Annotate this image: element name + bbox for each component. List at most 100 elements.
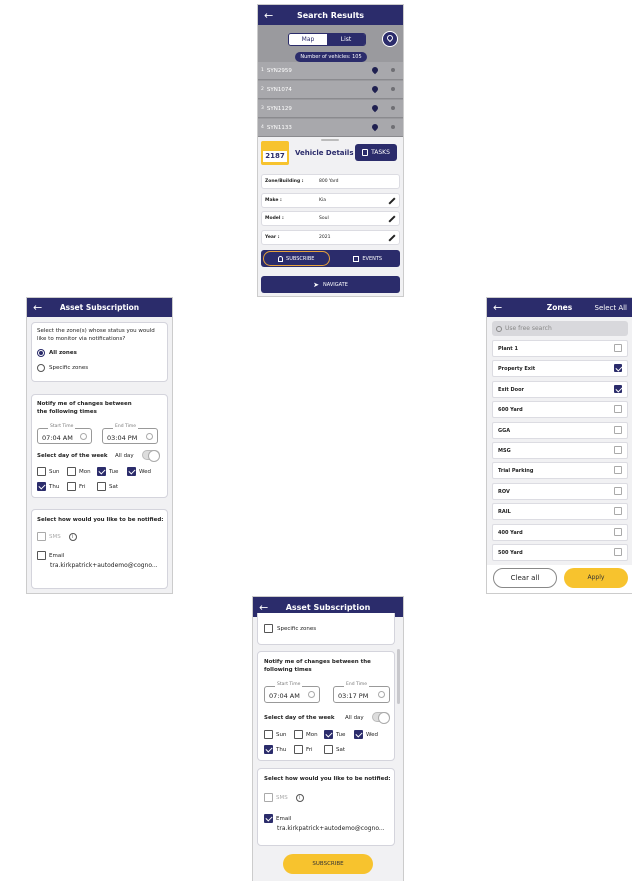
day-option-thu[interactable]: Thu [37, 482, 59, 491]
zone-checkbox[interactable] [614, 344, 622, 352]
day-checkbox[interactable] [67, 467, 76, 476]
zone-row[interactable]: ROV [492, 482, 628, 500]
search-input[interactable]: Use free search [505, 325, 552, 332]
start-time-field[interactable]: Start Time 07:04 AM [264, 682, 320, 703]
zone-row[interactable]: GGA [492, 421, 628, 439]
zone-row[interactable]: RAIL [492, 503, 628, 521]
pin-icon[interactable] [391, 87, 395, 91]
zone-checkbox[interactable] [614, 507, 622, 516]
zone-row[interactable]: Trial Parking [492, 462, 628, 480]
day-checkbox[interactable] [37, 482, 46, 491]
sms-option[interactable]: SMS i [264, 793, 304, 802]
zone-checkbox[interactable] [614, 405, 622, 414]
specific-zones-checkbox[interactable] [264, 624, 273, 633]
day-checkbox[interactable] [324, 730, 333, 739]
zone-checkbox[interactable] [614, 527, 622, 536]
zone-row[interactable]: 500 Yard [492, 544, 628, 561]
day-option-wed[interactable]: Wed [127, 467, 151, 476]
info-icon[interactable]: i [295, 793, 304, 802]
subscribe-button[interactable]: SUBSCRIBE [283, 854, 373, 874]
sms-checkbox[interactable] [264, 793, 273, 802]
zone-checkbox[interactable] [614, 384, 622, 393]
specific-zones-radio[interactable] [37, 364, 45, 372]
day-checkbox[interactable] [264, 745, 273, 754]
clear-all-button[interactable]: Clear all [493, 568, 557, 588]
zone-checkbox[interactable] [614, 446, 622, 454]
day-option-tue[interactable]: Tue [324, 730, 345, 739]
day-option-sat[interactable]: Sat [324, 745, 345, 754]
end-time-field[interactable]: End Time 03:04 PM [102, 424, 158, 444]
location-pin-icon[interactable] [370, 103, 380, 113]
all-day-toggle[interactable] [372, 712, 390, 724]
pin-icon[interactable] [391, 68, 395, 72]
location-pin-icon[interactable] [370, 84, 380, 94]
day-option-fri[interactable]: Fri [67, 482, 86, 491]
day-option-wed[interactable]: Wed [354, 730, 378, 739]
location-pin-icon[interactable] [370, 122, 380, 132]
day-option-mon[interactable]: Mon [294, 730, 318, 739]
zone-row[interactable]: MSG [492, 442, 628, 459]
day-checkbox[interactable] [67, 482, 76, 491]
day-checkbox[interactable] [324, 745, 333, 754]
vehicle-row[interactable]: 3 SYN1129 [258, 100, 403, 118]
day-checkbox[interactable] [97, 482, 106, 491]
vehicle-row[interactable]: 2 SYN1074 [258, 81, 403, 99]
pencil-icon[interactable] [388, 233, 396, 242]
day-option-sun[interactable]: Sun [264, 730, 286, 739]
day-checkbox[interactable] [37, 467, 46, 476]
vehicle-row[interactable]: 1 SYN2959 [258, 62, 403, 80]
all-zones-radio[interactable] [37, 349, 45, 357]
day-option-fri[interactable]: Fri [294, 745, 313, 754]
pin-icon[interactable] [391, 125, 395, 129]
start-time-field[interactable]: Start Time 07:04 AM [37, 424, 92, 444]
sheet-handle[interactable] [321, 139, 339, 141]
subscribe-button[interactable]: SUBSCRIBE [263, 251, 330, 266]
tasks-button[interactable]: TASKS [355, 144, 397, 161]
info-icon[interactable]: i [68, 532, 77, 541]
apply-button[interactable]: Apply [564, 568, 628, 588]
day-option-thu[interactable]: Thu [264, 745, 286, 754]
zone-row[interactable]: Property Exit [492, 360, 628, 378]
map-tab[interactable]: Map [289, 34, 327, 45]
zone-checkbox[interactable] [614, 466, 622, 475]
zone-row[interactable]: Plant 1 [492, 340, 628, 357]
scrollbar[interactable] [397, 649, 400, 704]
all-day-toggle[interactable] [142, 450, 160, 462]
select-all-button[interactable]: Select All [595, 304, 628, 312]
zone-row[interactable]: 600 Yard [492, 401, 628, 419]
pencil-icon[interactable] [388, 215, 396, 223]
day-option-sat[interactable]: Sat [97, 482, 118, 491]
day-checkbox[interactable] [127, 467, 136, 476]
pin-icon[interactable] [391, 106, 395, 110]
zone-checkbox[interactable] [614, 548, 622, 556]
end-time-field[interactable]: End Time 03:17 PM [333, 682, 390, 703]
all-zones-option[interactable]: All zones [37, 349, 77, 357]
pencil-icon[interactable] [388, 196, 396, 205]
zone-row[interactable]: 400 Yard [492, 523, 628, 541]
day-checkbox[interactable] [264, 730, 273, 739]
back-arrow-icon[interactable]: ← [33, 301, 42, 314]
search-bar[interactable]: Use free search [492, 321, 628, 336]
location-pin-icon[interactable] [370, 65, 380, 75]
list-tab[interactable]: List [327, 34, 365, 45]
email-option[interactable]: Email [264, 814, 291, 823]
filter-button[interactable] [382, 31, 398, 47]
day-option-tue[interactable]: Tue [97, 467, 118, 476]
day-checkbox[interactable] [294, 745, 303, 754]
zone-checkbox[interactable] [614, 364, 622, 373]
events-button[interactable]: EVENTS [336, 250, 401, 267]
back-arrow-icon[interactable]: ← [264, 9, 273, 22]
specific-zones-option[interactable]: Specific zones [264, 624, 316, 633]
day-checkbox[interactable] [354, 730, 363, 739]
specific-zones-option[interactable]: Specific zones [37, 364, 88, 372]
sms-option[interactable]: SMS i [37, 532, 77, 541]
navigate-button[interactable]: ➤ NAVIGATE [261, 276, 400, 293]
back-arrow-icon[interactable]: ← [259, 601, 268, 614]
day-checkbox[interactable] [97, 467, 106, 476]
zone-checkbox[interactable] [614, 425, 622, 434]
vehicle-row[interactable]: 4 SYN1133 [258, 119, 403, 137]
back-arrow-icon[interactable]: ← [493, 301, 502, 314]
email-checkbox[interactable] [37, 551, 46, 560]
zone-row[interactable]: Exit Door [492, 380, 628, 398]
day-option-mon[interactable]: Mon [67, 467, 91, 476]
